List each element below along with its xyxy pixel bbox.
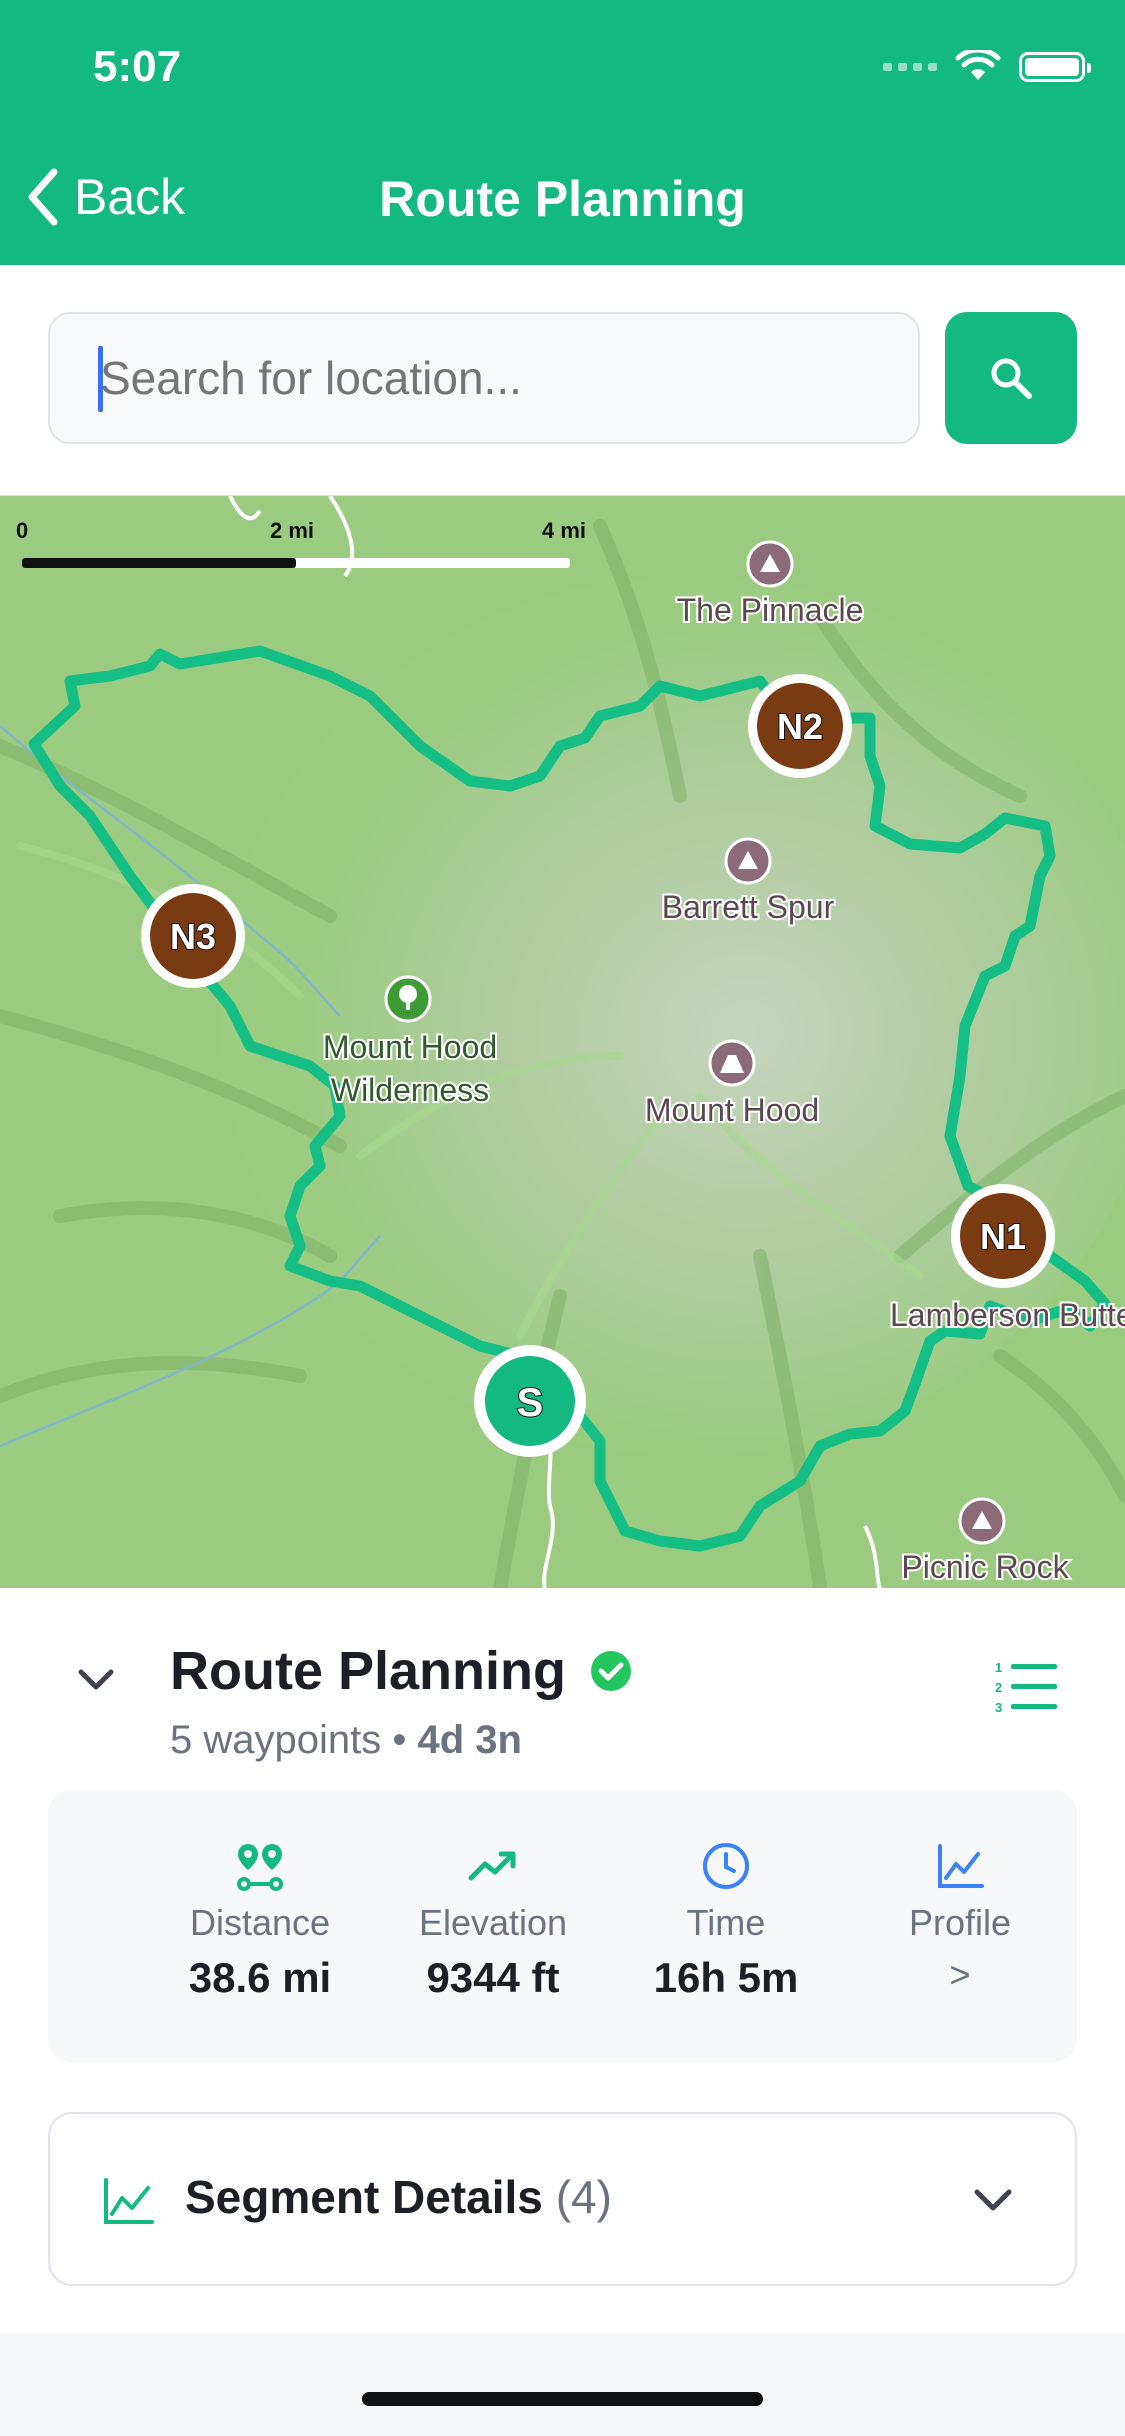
stat-distance: Distance 38.6 mi — [140, 1840, 380, 2002]
stat-distance-label: Distance — [189, 1902, 331, 1943]
stat-time-value: 16h 5m — [653, 1954, 799, 2001]
scale-label-max: 4 mi — [542, 518, 586, 543]
search-icon — [991, 358, 1032, 399]
home-indicator[interactable] — [362, 2392, 763, 2406]
nav-header: 5:07 Back Route Planning — [0, 0, 1125, 265]
segment-details-accordion[interactable]: Segment Details (4) — [48, 2112, 1077, 2286]
route-stats-card: Distance 38.6 mi Elevation 9344 ft Time … — [48, 1790, 1077, 2062]
verified-check-icon — [591, 1651, 631, 1691]
text-cursor — [98, 346, 103, 412]
waypoint-marker-start[interactable]: S — [474, 1345, 586, 1457]
svg-text:Mount Hood: Mount Hood — [323, 1029, 497, 1065]
page-title: Route Planning — [379, 171, 746, 227]
scale-label-zero: 0 — [16, 518, 28, 543]
stat-profile-button[interactable]: Profile > — [840, 1840, 1080, 1996]
svg-text:S: S — [517, 1381, 544, 1425]
route-map[interactable]: 0 2 mi 4 mi The Pinnacle Barrett Spur Mo… — [0, 495, 1125, 1590]
svg-text:N1: N1 — [980, 1216, 1026, 1257]
segment-count: (4) — [555, 2171, 612, 2223]
chart-line-icon — [104, 2178, 154, 2224]
numbered-list-icon[interactable]: 1 2 3 — [995, 1658, 1059, 1714]
stat-distance-value: 38.6 mi — [188, 1954, 332, 2001]
svg-text:Wilderness: Wilderness — [331, 1072, 489, 1108]
svg-text:N2: N2 — [777, 706, 823, 747]
map-canvas[interactable]: 0 2 mi 4 mi The Pinnacle Barrett Spur Mo… — [0, 496, 1125, 1589]
chart-line-icon — [938, 1844, 984, 1888]
search-input[interactable] — [48, 312, 920, 444]
status-icons — [883, 50, 1091, 84]
trending-up-icon — [468, 1851, 516, 1881]
wifi-icon — [955, 50, 1001, 80]
waypoint-marker-n1[interactable]: N1 — [951, 1184, 1055, 1288]
chevron-down-icon — [974, 2189, 1012, 2211]
label-lamberson-butte: Lamberson Butte — [890, 1297, 1125, 1333]
subtitle-separator: • — [392, 1718, 407, 1762]
chevron-right-icon: > — [949, 1954, 971, 1995]
svg-text:N3: N3 — [170, 916, 216, 957]
search-button[interactable] — [945, 312, 1077, 444]
stat-elevation-label: Elevation — [418, 1902, 568, 1943]
svg-text:1: 1 — [995, 1660, 1002, 1675]
clock-icon — [703, 1843, 749, 1889]
trip-duration: 4d 3n — [417, 1718, 522, 1762]
stat-profile-label: Profile — [908, 1902, 1012, 1943]
route-pins-icon — [237, 1844, 283, 1891]
svg-text:2: 2 — [995, 1680, 1002, 1695]
svg-text:Barrett Spur: Barrett Spur — [662, 889, 835, 925]
segment-details-label: Segment Details — [185, 2171, 543, 2223]
home-indicator-area — [0, 2333, 1125, 2436]
stat-elevation-value: 9344 ft — [426, 1954, 560, 2001]
scale-label-mid: 2 mi — [270, 518, 314, 543]
route-title: Route Planning — [170, 1641, 566, 1701]
stat-elevation: Elevation 9344 ft — [373, 1840, 613, 2002]
svg-text:Mount Hood: Mount Hood — [645, 1092, 819, 1128]
collapse-chevron-icon[interactable] — [75, 1658, 117, 1700]
battery-icon — [1019, 52, 1091, 82]
waypoint-marker-n2[interactable]: N2 — [748, 674, 852, 778]
svg-text:Picnic Rock: Picnic Rock — [901, 1549, 1069, 1585]
cellular-signal-icon — [883, 63, 937, 71]
svg-text:3: 3 — [995, 1700, 1002, 1714]
waypoint-count: 5 waypoints — [170, 1718, 382, 1762]
segment-details-title: Segment Details (4) — [185, 2170, 612, 2224]
route-subtitle: 5 waypoints • 4d 3n — [170, 1718, 522, 1763]
stat-time-label: Time — [686, 1902, 766, 1943]
waypoint-marker-n3[interactable]: N3 — [141, 884, 245, 988]
status-time: 5:07 — [93, 42, 182, 91]
stat-time: Time 16h 5m — [606, 1840, 846, 2002]
svg-text:The Pinnacle: The Pinnacle — [677, 592, 864, 628]
